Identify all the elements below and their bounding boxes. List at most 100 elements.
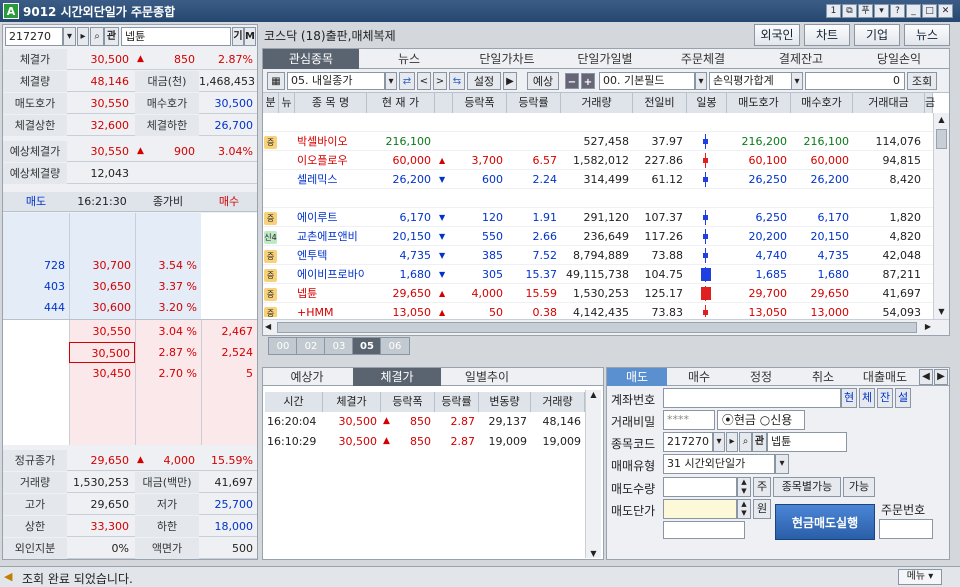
group-page-tab[interactable]: 00 [268,337,298,355]
grid-col-header[interactable]: 종 목 명 [295,93,367,113]
grid-col-header[interactable] [435,93,453,113]
stock-name[interactable]: 셀레믹스 [297,170,365,189]
pin-button[interactable]: 푸 [858,4,873,18]
execution-tab[interactable]: 체결가 [353,368,441,386]
table-row[interactable]: 셀레믹스 26,200 ▼ 600 2.24 314,499 61.12 26,250 26,2… [263,170,933,189]
table-row[interactable]: 증 에이비프로바이오 1,680 ▼ 305 15.37 49,115,738 104.75 1… [263,265,933,284]
stock-code-input[interactable]: 217270 [5,27,63,46]
cash-radio[interactable]: ⦿ [718,413,734,427]
company-button[interactable]: 기업 [854,24,900,46]
bid-price[interactable]: 30,550 [69,321,135,342]
news-button[interactable]: 뉴스 [904,24,950,46]
tab-6[interactable]: 당일손익 [851,49,947,69]
bid-quantity[interactable]: 5 [201,363,257,384]
tab-prev-icon[interactable]: ◀ [919,369,933,385]
tab-5[interactable]: 결제잔고 [753,49,849,69]
list-icon[interactable]: ▦ [267,72,285,90]
grid-col-header[interactable]: 거래량 [561,93,633,113]
grid-col-header[interactable]: 분 [263,93,279,113]
grid-col-header[interactable]: 등락폭 [453,93,507,113]
group-page-tab[interactable]: 03 [324,337,354,355]
refresh-icon[interactable]: ⇄ [399,72,415,90]
cash-sell-execute-button[interactable]: 현금매도실행 [775,504,875,540]
eval-select[interactable]: 손익평가합계 [709,72,793,90]
price-stepper[interactable]: ▲ ▼ [737,499,751,519]
table-row[interactable]: 신4 교촌에프앤비 20,150 ▼ 550 2.66 236,649 117.26 20,20… [263,227,933,246]
balance-button[interactable]: 잔 [877,388,893,408]
stock-name[interactable] [297,113,365,132]
order-search-icon[interactable]: ⌕ [739,432,752,452]
tab-3[interactable]: 단일가일별 [557,49,653,69]
grid-col-header[interactable]: 전일비 [633,93,687,113]
maximize-button[interactable]: □ [922,4,937,18]
query-button[interactable]: 조회 [907,72,937,90]
execution-tab[interactable]: 일별추이 [443,368,531,386]
grid-col-header[interactable]: 거래대금 [853,93,925,113]
next-arrow-icon[interactable]: ▸ [77,27,89,46]
field-select[interactable]: 00. 기본필드 [599,72,695,90]
order-type-select[interactable]: 31 시간외단일가 [663,454,775,474]
vertical-scrollbar[interactable]: ▲ ▼ [933,113,949,319]
close-button[interactable]: ✕ [938,4,953,18]
plus-icon[interactable]: + [581,73,595,89]
table-row[interactable] [263,113,933,132]
memo-button[interactable]: M [244,27,256,46]
eval-dropdown-icon[interactable]: ▾ [791,72,803,90]
order-tab[interactable]: 매도 [607,368,667,386]
order-interest-button[interactable]: 관 [752,432,767,452]
stock-name[interactable]: 에이비프로바이오 [297,265,365,284]
prev-group-icon[interactable]: < [417,72,431,90]
cash-balance-button[interactable]: 현 [841,388,857,408]
code-dropdown-icon[interactable]: ▾ [63,27,76,46]
company-info-button[interactable]: 기 [232,27,244,46]
credit-radio[interactable]: ○ [760,413,770,427]
minus-icon[interactable]: − [565,73,579,89]
menu-button[interactable]: 메뉴 ▾ [898,569,942,585]
ask-price[interactable]: 30,650 [69,276,135,297]
grid-col-header[interactable]: 금 [925,93,935,113]
shares-unit-button[interactable]: 주 [753,477,771,497]
group-page-tab[interactable]: 02 [296,337,326,355]
ask-price[interactable]: 30,600 [69,297,135,318]
fill-button[interactable]: 체 [859,388,875,408]
execution-tab[interactable]: 예상가 [263,368,351,386]
table-row[interactable]: 증 엔투텍 4,735 ▼ 385 7.52 8,794,889 73.88 4,740 4,73… [263,246,933,265]
group-dropdown-icon[interactable]: ▾ [385,72,397,90]
grid-col-header[interactable]: 등락률 [507,93,561,113]
tab-2[interactable]: 단일가차트 [459,49,555,69]
stock-name[interactable]: 박셀바이오 [297,132,365,151]
available-button[interactable]: 가능 [843,477,875,497]
per-stock-available-button[interactable]: 종목별가능 [773,477,841,497]
order-tab[interactable]: 취소 [793,368,853,386]
execution-scrollbar[interactable]: ▲ ▼ [585,390,601,558]
grid-col-header[interactable]: 매도호가 [727,93,791,113]
group-page-tab[interactable]: 06 [380,337,410,355]
group-select[interactable]: 05. 내일종가 [287,72,385,90]
won-unit-button[interactable]: 원 [753,499,771,519]
bid-price[interactable]: 30,450 [69,363,135,384]
tab-0[interactable]: 관심종목 [263,49,359,69]
screen-number-button[interactable]: 1 [826,4,841,18]
field-dropdown-icon[interactable]: ▾ [695,72,707,90]
horizontal-scrollbar[interactable]: ◀ ▶ [263,319,949,335]
minimize-button[interactable]: _ [906,4,921,18]
bid-quantity[interactable]: 2,467 [201,321,257,342]
stock-name[interactable]: +HMM [297,303,365,317]
stock-name[interactable]: 넵튠 [297,284,365,303]
play-icon[interactable]: ▶ [503,72,517,90]
table-row[interactable]: 증 에이루트 6,170 ▼ 120 1.91 291,120 107.37 6,250 6,17… [263,208,933,227]
foreigner-button[interactable]: 외국인 [754,24,800,46]
ask-quantity[interactable]: 728 [3,255,69,276]
ask-price[interactable]: 30,700 [69,255,135,276]
stock-name[interactable] [297,189,365,208]
order-tab[interactable]: 매수 [669,368,729,386]
bid-quantity[interactable]: 2,524 [201,342,257,363]
tab-next-icon[interactable]: ▶ [934,369,948,385]
expected-button[interactable]: 예상 [527,72,559,90]
stock-name[interactable]: 엔투텍 [297,246,365,265]
next-group-icon[interactable]: > [433,72,447,90]
stock-name[interactable]: 이오플로우 [297,151,365,170]
stock-name[interactable]: 교촌에프앤비 [297,227,365,246]
tab-4[interactable]: 주문체결 [655,49,751,69]
interest-button[interactable]: 관 [104,27,119,46]
